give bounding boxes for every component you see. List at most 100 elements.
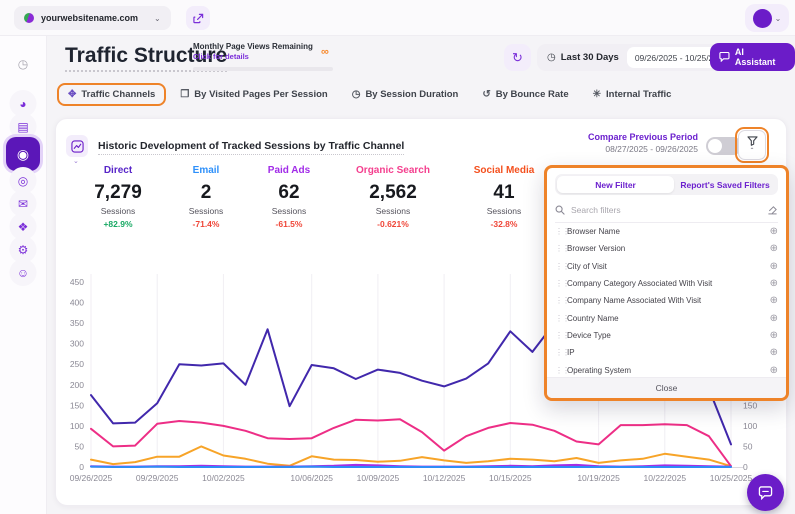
eraser-icon[interactable] [767, 205, 778, 215]
filter-panel-tabs: New Filter Report's Saved Filters [555, 174, 778, 195]
tab-new-filter[interactable]: New Filter [557, 176, 674, 193]
add-filter-icon[interactable]: ⊕ [770, 261, 778, 272]
history-icon: ◷ [18, 57, 28, 71]
tab-label: By Bounce Rate [496, 89, 569, 100]
external-link-icon [193, 13, 204, 24]
svg-text:250: 250 [70, 359, 84, 369]
filter-item-label: Company Category Associated With Visit [567, 279, 770, 288]
drag-handle-icon[interactable]: ⋮⋮ [555, 296, 567, 305]
sidebar-item-account[interactable]: ☺ [10, 259, 37, 286]
chevron-down-icon: ⌄ [154, 14, 161, 23]
tab-session-duration[interactable]: ◷ By Session Duration [352, 89, 459, 100]
close-filter-panel-button[interactable]: Close [547, 377, 786, 398]
quota-progress-bar [193, 67, 333, 71]
filter-item-browser-name[interactable]: ⋮⋮Browser Name⊕ [555, 223, 778, 240]
sidebar-item-history[interactable]: ◷ [10, 50, 37, 77]
drag-handle-icon[interactable]: ⋮⋮ [555, 314, 567, 323]
svg-text:0: 0 [743, 462, 748, 472]
drag-handle-icon[interactable]: ⋮⋮ [555, 348, 567, 357]
add-filter-icon[interactable]: ⊕ [770, 330, 778, 341]
filter-search-row [555, 198, 778, 223]
filter-item-label: Operating System [567, 366, 770, 375]
svg-text:09/29/2025: 09/29/2025 [136, 473, 179, 483]
chat-bubble-icon [758, 486, 773, 500]
date-range-label: Last 30 Days [561, 52, 619, 63]
sidebar-item-traffic-structure[interactable]: ◉ [6, 137, 40, 171]
quota-details-link[interactable]: Click for details [193, 52, 335, 61]
open-website-button[interactable] [186, 6, 210, 30]
avatar [753, 9, 772, 28]
svg-text:150: 150 [743, 400, 757, 410]
chart-card: ⌄ Historic Development of Tracked Sessio… [55, 118, 787, 506]
target-icon: ◎ [18, 174, 28, 188]
gear-icon: ⚙ [18, 243, 29, 257]
svg-text:200: 200 [70, 380, 84, 390]
sidebar-item-pages[interactable]: ▤ [10, 113, 37, 140]
refresh-icon: ↻ [512, 50, 523, 66]
site-name: yourwebsitename.com [41, 13, 138, 23]
move-cross-icon: ✥ [68, 89, 76, 100]
filter-item-browser-version[interactable]: ⋮⋮Browser Version⊕ [555, 240, 778, 257]
add-filter-icon[interactable]: ⊕ [770, 226, 778, 237]
filter-item-device-type[interactable]: ⋮⋮Device Type⊕ [555, 327, 778, 344]
add-filter-icon[interactable]: ⊕ [770, 347, 778, 358]
svg-text:10/15/2025: 10/15/2025 [489, 473, 532, 483]
svg-text:10/02/2025: 10/02/2025 [202, 473, 245, 483]
tab-saved-filters[interactable]: Report's Saved Filters [674, 176, 776, 193]
svg-text:100: 100 [70, 421, 84, 431]
filter-item-company-category[interactable]: ⋮⋮Company Category Associated With Visit… [555, 275, 778, 292]
drag-handle-icon[interactable]: ⋮⋮ [555, 227, 567, 236]
svg-text:10/25/2025: 10/25/2025 [710, 473, 753, 483]
add-filter-icon[interactable]: ⊕ [770, 295, 778, 306]
ai-assistant-button[interactable]: AI Assistant [710, 43, 795, 71]
chat-icon [719, 52, 730, 62]
drag-handle-icon[interactable]: ⋮⋮ [555, 262, 567, 271]
filter-item-company-name[interactable]: ⋮⋮Company Name Associated With Visit⊕ [555, 292, 778, 309]
pages-icon: ❐ [180, 89, 189, 100]
statistics-icon: ◕ [19, 97, 26, 111]
site-favicon-icon [24, 13, 34, 23]
add-filter-icon[interactable]: ⊕ [770, 243, 778, 254]
support-chat-button[interactable] [747, 474, 784, 511]
website-selector[interactable]: yourwebsitename.com ⌄ [14, 6, 171, 30]
drag-handle-icon[interactable]: ⋮⋮ [555, 366, 567, 375]
tab-visited-pages-per-session[interactable]: ❐ By Visited Pages Per Session [180, 89, 327, 100]
report-tabbar: ✥ Traffic Channels ❐ By Visited Pages Pe… [47, 79, 795, 109]
user-icon: ☺ [17, 266, 29, 280]
svg-text:0: 0 [79, 462, 84, 472]
tab-traffic-channels[interactable]: ✥ Traffic Channels [57, 83, 166, 106]
filter-item-city-of-visit[interactable]: ⋮⋮City of Visit⊕ [555, 258, 778, 275]
add-filter-icon[interactable]: ⊕ [770, 278, 778, 289]
drag-handle-icon[interactable]: ⋮⋮ [555, 279, 567, 288]
ai-assistant-label: AI Assistant [735, 47, 786, 67]
quota-label: Monthly Page Views Remaining [193, 42, 335, 51]
search-filters-input[interactable] [571, 205, 767, 215]
filter-item-label: City of Visit [567, 262, 770, 271]
chevron-down-icon: ⌄ [775, 14, 782, 23]
filter-item-operating-system[interactable]: ⋮⋮Operating System⊕ [555, 361, 778, 377]
filter-item-label: Device Type [567, 331, 770, 340]
traffic-icon: ◉ [17, 146, 29, 163]
account-menu[interactable]: ⌄ [745, 4, 789, 32]
svg-text:150: 150 [70, 400, 84, 410]
svg-text:350: 350 [70, 318, 84, 328]
quota-widget: Monthly Page Views Remaining Click for d… [193, 42, 335, 71]
filter-item-label: Company Name Associated With Visit [567, 296, 770, 305]
tab-bounce-rate[interactable]: ↺ By Bounce Rate [482, 89, 568, 100]
svg-text:50: 50 [743, 441, 753, 451]
svg-text:09/26/2025: 09/26/2025 [70, 473, 113, 483]
filter-item-country-name[interactable]: ⋮⋮Country Name⊕ [555, 309, 778, 326]
infinity-badge: ∞ [321, 46, 329, 58]
refresh-button[interactable]: ↻ [504, 44, 531, 71]
drag-handle-icon[interactable]: ⋮⋮ [555, 331, 567, 340]
bounce-icon: ↺ [482, 89, 490, 100]
drag-handle-icon[interactable]: ⋮⋮ [555, 244, 567, 253]
tab-label: By Session Duration [365, 89, 458, 100]
add-filter-icon[interactable]: ⊕ [770, 313, 778, 324]
filter-panel: New Filter Report's Saved Filters ⋮⋮Brow… [544, 165, 789, 401]
svg-text:400: 400 [70, 298, 84, 308]
tab-internal-traffic[interactable]: ✳ Internal Traffic [593, 89, 672, 100]
add-filter-icon[interactable]: ⊕ [770, 365, 778, 376]
filter-item-ip[interactable]: ⋮⋮IP⊕ [555, 344, 778, 361]
asterisk-icon: ✳ [593, 89, 601, 100]
